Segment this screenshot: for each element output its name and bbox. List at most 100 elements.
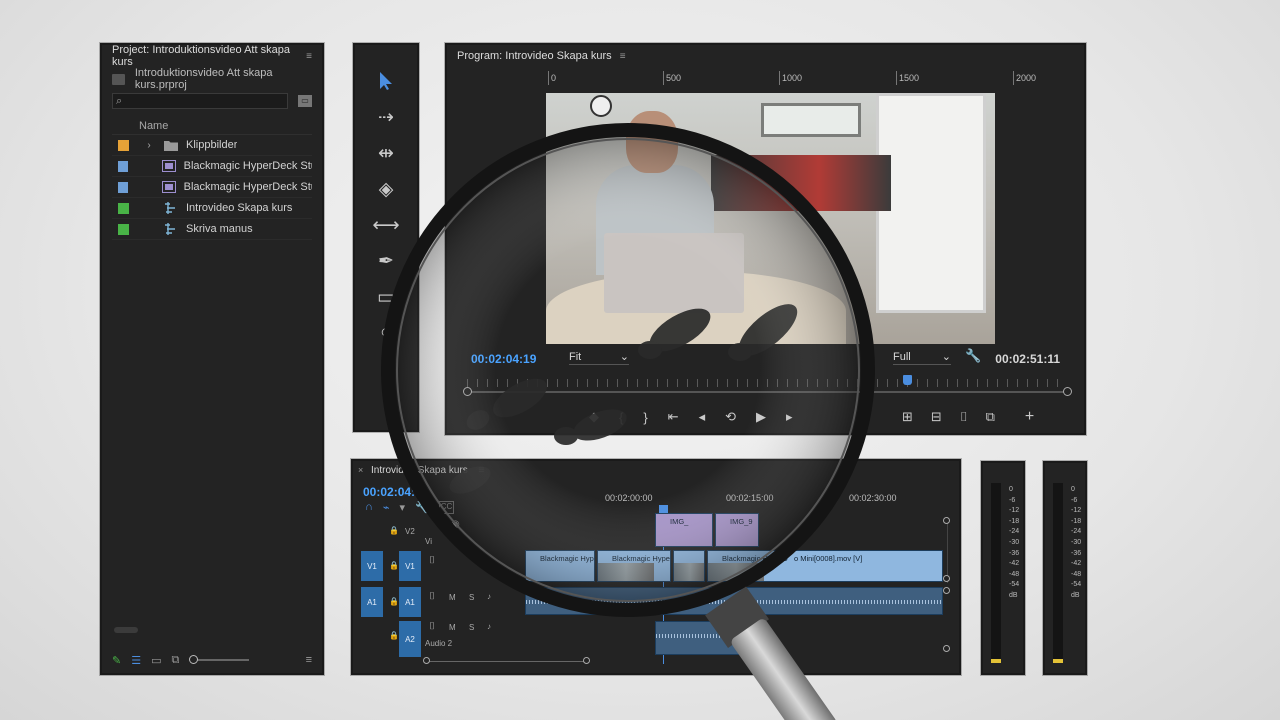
go-to-in-icon[interactable]: ⇤ [668,409,679,425]
play-icon[interactable]: ▶ [756,409,766,425]
scrollbar-knob[interactable] [943,587,950,594]
icon-view-icon[interactable]: ▭ [151,654,161,667]
sort-icon[interactable]: ≡ [306,654,312,666]
new-search-bin-icon[interactable]: ▭ [298,95,312,107]
label-color-swatch[interactable] [118,160,128,172]
lift-icon[interactable]: ⊞ [902,409,913,425]
source-patch-a1[interactable]: A1 [361,587,383,617]
freeform-view-icon[interactable]: ⧉ [172,654,180,667]
timeline-clip[interactable]: IMG_ [655,513,713,547]
zoom-scrollbar[interactable] [463,387,1072,396]
list-item[interactable]: › Klippbilder [112,135,312,156]
mark-in-icon[interactable]: ◆ [589,409,599,425]
vertical-scrollbar[interactable] [947,517,953,583]
scrollbar-knob[interactable] [943,517,950,524]
source-patch-v1[interactable]: V1 [361,551,383,581]
pencil-icon[interactable]: ✎ [112,654,121,667]
audio-clip[interactable] [525,587,943,615]
audio-clip[interactable] [655,621,755,655]
scrollbar-knob[interactable] [943,645,950,652]
label-color-swatch[interactable] [118,139,129,151]
lock-icon[interactable]: 🔒 [389,597,399,606]
audio-sync-icon[interactable]: ⌷ [429,591,435,602]
search-input[interactable]: ⌕ [112,93,288,109]
playback-resolution-select[interactable]: Full ⌄ [893,349,951,365]
timeline-clip[interactable]: IMG_9 [715,513,759,547]
program-header[interactable]: Program: Introvideo Skapa kurs ≡ [447,45,1084,67]
camera-icon[interactable]: ⌷ [429,555,435,566]
microphone-icon[interactable]: ♪ [487,622,491,631]
timeline-tab[interactable]: Introvideo Skapa kurs ≡ [371,465,484,476]
label-color-swatch[interactable] [118,181,128,193]
timeline-timecode[interactable]: 00:02:04:19 [363,485,428,499]
zoom-slider[interactable] [189,655,250,664]
wrench-icon[interactable]: 🔧 [965,348,981,364]
mark-clip-icon[interactable]: } [643,410,647,425]
zoom-slider-knob[interactable] [189,655,199,664]
track-target-a1[interactable]: A1 [399,587,421,617]
mute-icon[interactable]: M [449,623,456,632]
linked-selection-icon[interactable]: ⌁ [383,501,390,514]
scrollbar-knob[interactable] [583,657,590,664]
captions-icon[interactable]: CC [438,501,455,514]
scrollbar-end-knob[interactable] [1063,387,1072,396]
label-color-swatch[interactable] [118,202,129,214]
camera-icon[interactable]: ⌷ [960,409,968,425]
microphone-icon[interactable]: ♪ [487,592,491,601]
razor-tool-icon[interactable]: ◈ [355,171,417,207]
step-back-icon[interactable]: ◂ [699,409,706,425]
extract-icon[interactable]: ⊟ [931,409,942,425]
column-header-name[interactable]: Name [112,117,312,135]
rectangle-tool-icon[interactable]: ▭ [355,279,417,315]
mark-out-icon[interactable]: { [619,410,623,425]
horizontal-scrollbar[interactable] [427,661,587,662]
fit-select[interactable]: Fit ⌄ [569,349,629,365]
list-item[interactable]: Introvideo Skapa kurs [112,198,312,219]
timeline-clip[interactable] [673,550,705,582]
hand-tool-icon[interactable]: ○ [355,315,417,351]
scrollbar-knob[interactable] [943,575,950,582]
loop-icon[interactable]: ⟲ [725,409,736,425]
current-timecode[interactable]: 00:02:04:19 [471,352,536,366]
scrollbar-knob[interactable] [423,657,430,664]
slip-tool-icon[interactable]: ⟷ [355,207,417,243]
track-select-tool-icon[interactable]: ⇢ [355,99,417,135]
horizontal-scrollbar[interactable] [114,627,138,633]
step-forward-icon[interactable]: ▸ [786,409,793,425]
add-marker-icon[interactable]: ▾ [400,501,406,514]
selection-tool-icon[interactable] [355,63,417,99]
timeline-clip[interactable]: Blackmagic Hyp [525,550,595,582]
list-item[interactable]: Skriva manus [112,219,312,240]
audio-sync-icon[interactable]: ⌷ [429,621,435,632]
timeline-clip[interactable]: Blackmagic HyperD o Mini[0008].mov [V] [707,550,943,582]
lock-icon[interactable]: 🔒 [389,631,399,640]
pen-tool-icon[interactable]: ✒ [355,243,417,279]
snap-icon[interactable]: ∩ [365,501,373,514]
timeline-settings-icon[interactable]: 🔧 [415,501,429,514]
close-icon[interactable]: × [358,465,363,475]
track-target-a2[interactable]: A2 [399,621,421,657]
video-preview[interactable] [546,93,995,344]
playhead-marker[interactable] [903,375,912,385]
panel-menu-icon[interactable]: ≡ [620,51,626,62]
eye-icon[interactable]: ◉ [451,519,460,530]
solo-icon[interactable]: S [469,623,474,632]
compare-icon[interactable]: ⧉ [986,409,995,425]
list-view-icon[interactable]: ☰ [131,654,141,667]
panel-menu-icon[interactable]: ≡ [306,51,312,62]
mute-icon[interactable]: M [449,593,456,602]
list-item[interactable]: Blackmagic HyperDeck Studi [112,156,312,177]
project-panel-header[interactable]: Project: Introduktionsvideo Att skapa ku… [102,45,322,68]
track-target-v1[interactable]: V1 [399,551,421,581]
expand-chevron-icon[interactable]: › [142,140,156,151]
lock-icon[interactable]: 🔒 [389,561,399,570]
list-item[interactable]: Blackmagic HyperDeck Studi [112,177,312,198]
panel-menu-icon[interactable]: ≡ [479,465,485,476]
solo-icon[interactable]: S [469,593,474,602]
label-color-swatch[interactable] [118,223,129,235]
add-button-icon[interactable]: + [1025,408,1034,426]
ripple-edit-tool-icon[interactable]: ⇹ [355,135,417,171]
timeline-clip[interactable]: Blackmagic Hype [597,550,671,582]
scrollbar-start-knob[interactable] [463,387,472,396]
lock-icon[interactable]: 🔒 [389,526,399,535]
